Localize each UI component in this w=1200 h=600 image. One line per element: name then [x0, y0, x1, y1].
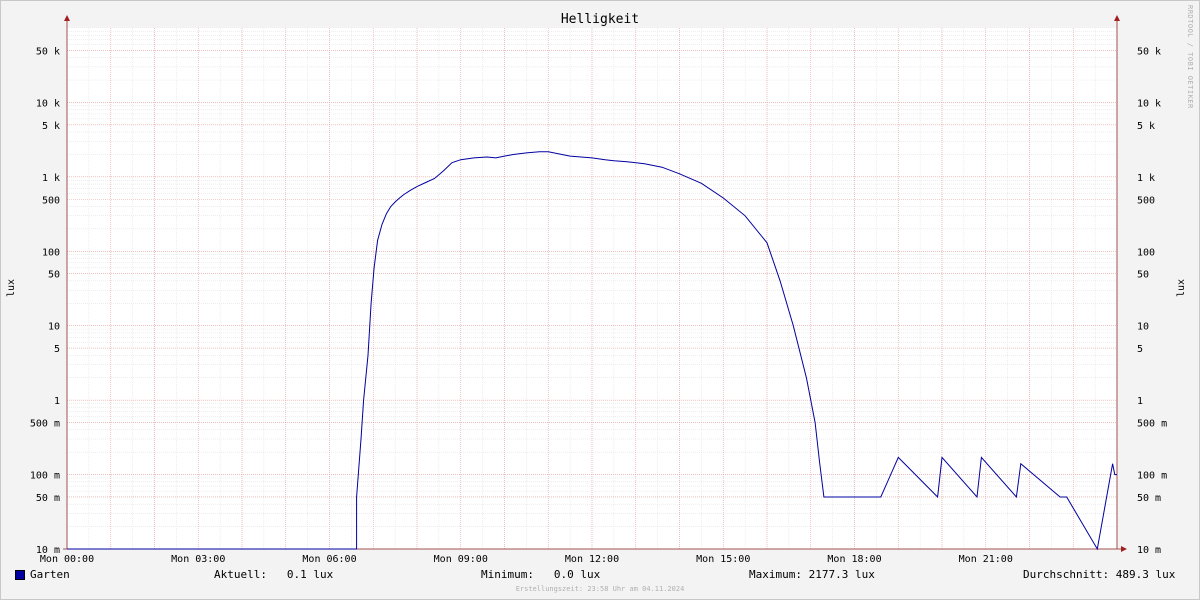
x-tick-label: Mon 00:00 — [40, 554, 94, 565]
y-tick-label-left: 50 — [48, 270, 60, 281]
x-axis-arrow — [1121, 546, 1127, 552]
y-tick-label-left: 50 m — [36, 493, 60, 504]
x-tick-label: Mon 03:00 — [171, 554, 225, 565]
y-tick-label-left: 5 — [54, 344, 60, 355]
y-tick-label-left: 50 k — [36, 46, 60, 57]
legend-average: Durchschnitt: 489.3 lux — [1023, 568, 1176, 581]
y-tick-label-right: 50 m — [1137, 493, 1161, 504]
x-tick-label: Mon 09:00 — [434, 554, 488, 565]
y-tick-label-left: 1 k — [42, 173, 60, 184]
y-tick-label-right: 50 — [1137, 270, 1149, 281]
legend-current: Aktuell: 0.1 lux — [214, 568, 334, 581]
y-tick-label-left: 500 — [42, 195, 60, 206]
y-tick-label-right: 1 — [1137, 396, 1143, 407]
y-tick-label-right: 100 — [1137, 247, 1155, 258]
y-axis-label-right: lux — [1176, 279, 1187, 297]
y-tick-label-right: 10 m — [1137, 545, 1161, 556]
y-tick-label-left: 10 — [48, 322, 60, 333]
legend-series-name: Garten — [30, 568, 70, 581]
legend-maximum: Maximum: 2177.3 lux — [749, 568, 875, 581]
y-tick-label-right: 50 k — [1137, 46, 1161, 57]
rrdtool-credit: RRDTOOL / TOBI OETIKER — [1186, 5, 1194, 109]
x-tick-label: Mon 21:00 — [959, 554, 1013, 565]
y-tick-label-right: 10 k — [1137, 98, 1161, 109]
y-tick-label-right: 500 — [1137, 195, 1155, 206]
y-tick-label-left: 1 — [54, 396, 60, 407]
x-tick-label: Mon 06:00 — [302, 554, 356, 565]
y-tick-label-left: 5 k — [42, 121, 60, 132]
chart-title: Helligkeit — [561, 12, 639, 27]
y-tick-label-right: 10 — [1137, 322, 1149, 333]
y-tick-label-right: 500 m — [1137, 419, 1167, 430]
x-tick-label: Mon 18:00 — [827, 554, 881, 565]
y-tick-label-left: 10 k — [36, 98, 60, 109]
brightness-chart: 10 m 10 m50 m 50 m100 m 100 m500 m 500 m1 15 5… — [6, 5, 1194, 565]
y-tick-label-left: 500 m — [30, 419, 60, 430]
creation-timestamp: Erstellungszeit: 23:58 Uhr am 04.11.2024 — [515, 585, 685, 593]
y-tick-label-right: 5 — [1137, 344, 1143, 355]
y-axis-label-left: lux — [6, 279, 17, 297]
y-axis-arrow-right — [1114, 15, 1120, 21]
legend-swatch — [15, 570, 25, 580]
y-tick-label-left: 100 m — [30, 471, 60, 482]
x-tick-label: Mon 15:00 — [696, 554, 750, 565]
x-tick-label: Mon 12:00 — [565, 554, 619, 565]
legend-minimum: Minimum: 0.0 lux — [481, 568, 601, 581]
y-tick-label-right: 100 m — [1137, 471, 1167, 482]
y-tick-label-right: 5 k — [1137, 121, 1155, 132]
y-axis-arrow-left — [64, 15, 70, 21]
y-tick-label-left: 100 — [42, 247, 60, 258]
y-tick-label-right: 1 k — [1137, 173, 1155, 184]
